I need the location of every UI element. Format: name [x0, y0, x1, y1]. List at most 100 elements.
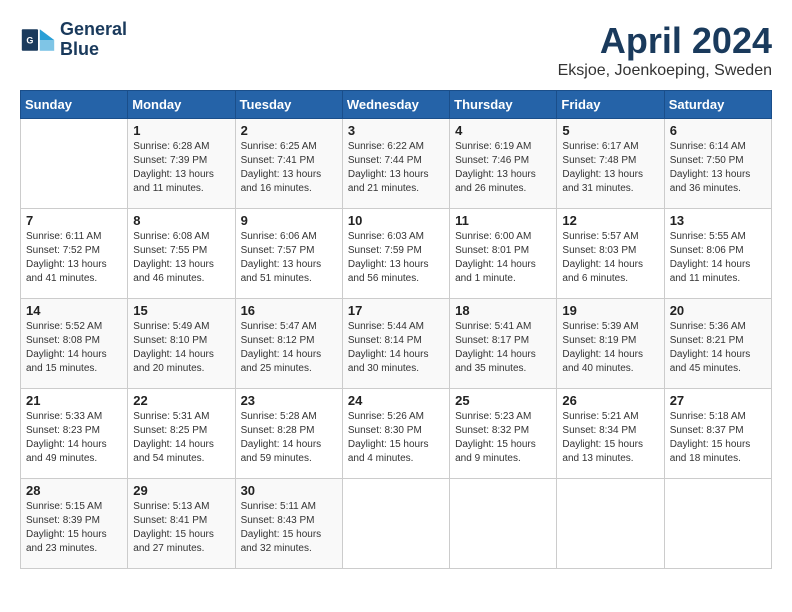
- calendar-cell: 1 Sunrise: 6:28 AMSunset: 7:39 PMDaylight…: [128, 119, 235, 209]
- day-number: 9: [241, 213, 337, 228]
- location: Eksjoe, Joenkoeping, Sweden: [558, 62, 772, 80]
- week-row: 28 Sunrise: 5:15 AMSunset: 8:39 PMDayligh…: [21, 479, 772, 569]
- calendar-cell: 19 Sunrise: 5:39 AMSunset: 8:19 PMDayligh…: [557, 299, 664, 389]
- calendar-cell: 30Sunrise: 5:11 AMSunset: 8:43 PMDayligh…: [235, 479, 342, 569]
- calendar-cell: 6Sunrise: 6:14 AMSunset: 7:50 PMDaylight…: [664, 119, 771, 209]
- day-number: 22: [133, 393, 229, 408]
- calendar-cell: 14Sunrise: 5:52 AMSunset: 8:08 PMDayligh…: [21, 299, 128, 389]
- calendar-cell: 24 Sunrise: 5:26 AMSunset: 8:30 PMDayligh…: [342, 389, 449, 479]
- calendar-cell: 27Sunrise: 5:18 AMSunset: 8:37 PMDayligh…: [664, 389, 771, 479]
- day-info: Sunrise: 6:19 AMSunset: 7:46 PMDaylight:…: [455, 140, 551, 196]
- calendar-cell: 26 Sunrise: 5:21 AMSunset: 8:34 PMDayligh…: [557, 389, 664, 479]
- logo-icon: G: [20, 22, 56, 58]
- calendar-cell: [21, 119, 128, 209]
- week-row: 14Sunrise: 5:52 AMSunset: 8:08 PMDayligh…: [21, 299, 772, 389]
- day-info: Sunrise: 6:00 AMSunset: 8:01 PMDaylight:…: [455, 230, 551, 286]
- day-info: Sunrise: 6:06 AMSunset: 7:57 PMDaylight:…: [241, 230, 337, 286]
- day-info: Sunrise: 5:33 AMSunset: 8:23 PMDaylight:…: [26, 410, 122, 466]
- calendar-cell: [342, 479, 449, 569]
- day-number: 14: [26, 303, 122, 318]
- calendar-cell: 12 Sunrise: 5:57 AMSunset: 8:03 PMDayligh…: [557, 209, 664, 299]
- logo-text: General Blue: [60, 20, 127, 60]
- day-info: Sunrise: 5:21 AMSunset: 8:34 PMDaylight:…: [562, 410, 658, 466]
- header-cell-saturday: Saturday: [664, 91, 771, 119]
- calendar-cell: 18Sunrise: 5:41 AMSunset: 8:17 PMDayligh…: [450, 299, 557, 389]
- day-number: 12: [562, 213, 658, 228]
- day-info: Sunrise: 5:15 AMSunset: 8:39 PMDaylight:…: [26, 500, 122, 556]
- calendar-cell: 20 Sunrise: 5:36 AMSunset: 8:21 PMDayligh…: [664, 299, 771, 389]
- header-cell-thursday: Thursday: [450, 91, 557, 119]
- day-info: Sunrise: 5:23 AMSunset: 8:32 PMDaylight:…: [455, 410, 551, 466]
- day-info: Sunrise: 5:55 AMSunset: 8:06 PMDaylight:…: [670, 230, 766, 286]
- title-block: April 2024 Eksjoe, Joenkoeping, Sweden: [558, 20, 772, 80]
- day-number: 1: [133, 123, 229, 138]
- day-number: 10: [348, 213, 444, 228]
- calendar-cell: 21 Sunrise: 5:33 AMSunset: 8:23 PMDayligh…: [21, 389, 128, 479]
- day-info: Sunrise: 5:47 AMSunset: 8:12 PMDaylight:…: [241, 320, 337, 376]
- header-cell-wednesday: Wednesday: [342, 91, 449, 119]
- calendar-cell: 17Sunrise: 5:44 AMSunset: 8:14 PMDayligh…: [342, 299, 449, 389]
- calendar-cell: 8Sunrise: 6:08 AMSunset: 7:55 PMDaylight…: [128, 209, 235, 299]
- calendar-cell: 5Sunrise: 6:17 AMSunset: 7:48 PMDaylight…: [557, 119, 664, 209]
- calendar-cell: 2 Sunrise: 6:25 AMSunset: 7:41 PMDaylight…: [235, 119, 342, 209]
- day-info: Sunrise: 6:22 AMSunset: 7:44 PMDaylight:…: [348, 140, 444, 196]
- day-info: Sunrise: 6:11 AMSunset: 7:52 PMDaylight:…: [26, 230, 122, 286]
- week-row: 1 Sunrise: 6:28 AMSunset: 7:39 PMDaylight…: [21, 119, 772, 209]
- calendar-cell: [450, 479, 557, 569]
- day-number: 15: [133, 303, 229, 318]
- day-info: Sunrise: 5:36 AMSunset: 8:21 PMDaylight:…: [670, 320, 766, 376]
- day-number: 21: [26, 393, 122, 408]
- calendar-cell: [664, 479, 771, 569]
- calendar-cell: 3 Sunrise: 6:22 AMSunset: 7:44 PMDaylight…: [342, 119, 449, 209]
- day-number: 23: [241, 393, 337, 408]
- calendar-cell: 29Sunrise: 5:13 AMSunset: 8:41 PMDayligh…: [128, 479, 235, 569]
- day-number: 8: [133, 213, 229, 228]
- calendar-cell: 10Sunrise: 6:03 AMSunset: 7:59 PMDayligh…: [342, 209, 449, 299]
- day-number: 7: [26, 213, 122, 228]
- day-info: Sunrise: 5:57 AMSunset: 8:03 PMDaylight:…: [562, 230, 658, 286]
- day-number: 6: [670, 123, 766, 138]
- calendar-cell: 9 Sunrise: 6:06 AMSunset: 7:57 PMDaylight…: [235, 209, 342, 299]
- calendar-cell: 28 Sunrise: 5:15 AMSunset: 8:39 PMDayligh…: [21, 479, 128, 569]
- calendar-cell: 11 Sunrise: 6:00 AMSunset: 8:01 PMDayligh…: [450, 209, 557, 299]
- day-number: 28: [26, 483, 122, 498]
- day-info: Sunrise: 5:49 AMSunset: 8:10 PMDaylight:…: [133, 320, 229, 376]
- calendar-cell: 16Sunrise: 5:47 AMSunset: 8:12 PMDayligh…: [235, 299, 342, 389]
- header-cell-monday: Monday: [128, 91, 235, 119]
- day-number: 19: [562, 303, 658, 318]
- day-info: Sunrise: 5:18 AMSunset: 8:37 PMDaylight:…: [670, 410, 766, 466]
- day-number: 26: [562, 393, 658, 408]
- day-number: 24: [348, 393, 444, 408]
- day-number: 4: [455, 123, 551, 138]
- day-number: 20: [670, 303, 766, 318]
- day-info: Sunrise: 6:25 AMSunset: 7:41 PMDaylight:…: [241, 140, 337, 196]
- calendar-cell: 22 Sunrise: 5:31 AMSunset: 8:25 PMDayligh…: [128, 389, 235, 479]
- header-cell-tuesday: Tuesday: [235, 91, 342, 119]
- calendar-cell: 25 Sunrise: 5:23 AMSunset: 8:32 PMDayligh…: [450, 389, 557, 479]
- day-info: Sunrise: 5:39 AMSunset: 8:19 PMDaylight:…: [562, 320, 658, 376]
- day-number: 3: [348, 123, 444, 138]
- logo-line1: General: [60, 20, 127, 40]
- day-number: 25: [455, 393, 551, 408]
- calendar-cell: 15 Sunrise: 5:49 AMSunset: 8:10 PMDayligh…: [128, 299, 235, 389]
- week-row: 7 Sunrise: 6:11 AMSunset: 7:52 PMDaylight…: [21, 209, 772, 299]
- calendar-body: 1 Sunrise: 6:28 AMSunset: 7:39 PMDaylight…: [21, 119, 772, 569]
- day-number: 11: [455, 213, 551, 228]
- day-number: 2: [241, 123, 337, 138]
- calendar-cell: 23 Sunrise: 5:28 AMSunset: 8:28 PMDayligh…: [235, 389, 342, 479]
- header-cell-sunday: Sunday: [21, 91, 128, 119]
- day-number: 5: [562, 123, 658, 138]
- logo-line2: Blue: [60, 40, 127, 60]
- calendar-cell: 13Sunrise: 5:55 AMSunset: 8:06 PMDayligh…: [664, 209, 771, 299]
- day-info: Sunrise: 6:28 AMSunset: 7:39 PMDaylight:…: [133, 140, 229, 196]
- week-row: 21 Sunrise: 5:33 AMSunset: 8:23 PMDayligh…: [21, 389, 772, 479]
- calendar-table: SundayMondayTuesdayWednesdayThursdayFrid…: [20, 90, 772, 569]
- day-number: 30: [241, 483, 337, 498]
- day-info: Sunrise: 5:28 AMSunset: 8:28 PMDaylight:…: [241, 410, 337, 466]
- day-number: 18: [455, 303, 551, 318]
- day-info: Sunrise: 5:31 AMSunset: 8:25 PMDaylight:…: [133, 410, 229, 466]
- header-cell-friday: Friday: [557, 91, 664, 119]
- day-info: Sunrise: 5:13 AMSunset: 8:41 PMDaylight:…: [133, 500, 229, 556]
- day-info: Sunrise: 5:26 AMSunset: 8:30 PMDaylight:…: [348, 410, 444, 466]
- calendar-cell: 4 Sunrise: 6:19 AMSunset: 7:46 PMDaylight…: [450, 119, 557, 209]
